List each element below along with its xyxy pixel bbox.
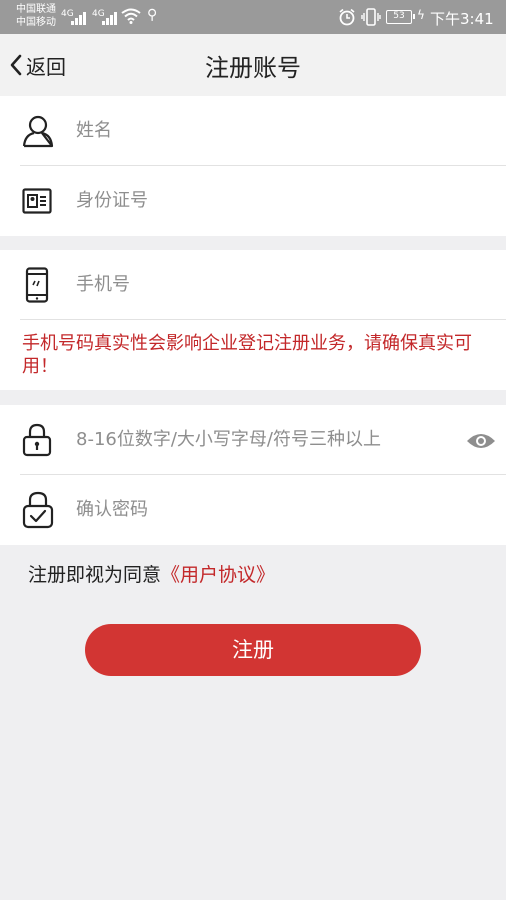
phone-row[interactable]: 手机号 bbox=[0, 250, 506, 320]
name-field[interactable]: 姓名 bbox=[76, 96, 436, 166]
wifi-icon bbox=[121, 8, 141, 24]
identity-section: 姓名 身份证号 bbox=[0, 96, 506, 236]
confirm-password-row[interactable]: 确认密码 bbox=[0, 475, 506, 545]
charging-icon: ϟ bbox=[417, 8, 425, 22]
header: 返回 注册账号 bbox=[0, 34, 506, 96]
phone-warning: 手机号码真实性会影响企业登记注册业务，请确保真实可用！ bbox=[22, 333, 472, 377]
alarm-icon bbox=[339, 8, 355, 26]
agreement-prefix: 注册即视为同意 bbox=[28, 564, 162, 586]
id-row[interactable]: 身份证号 bbox=[0, 166, 506, 236]
page-title: 注册账号 bbox=[205, 54, 301, 82]
divider bbox=[20, 319, 506, 320]
clock: 下午3:41 bbox=[430, 10, 494, 28]
status-bar: 中国联通 中国移动 4G 4G ⚲ 53 ϟ 下午3:41 bbox=[0, 0, 506, 34]
user-agreement-link[interactable]: 《用户协议》 bbox=[161, 564, 275, 586]
carrier-info: 中国联通 中国移动 bbox=[16, 3, 56, 29]
phone-field[interactable]: 手机号 bbox=[76, 250, 436, 320]
eye-icon[interactable] bbox=[466, 431, 496, 451]
usb-icon: ⚲ bbox=[147, 7, 158, 23]
lock-icon bbox=[22, 423, 52, 457]
password-section: 8-16位数字/大小写字母/符号三种以上 确认密码 bbox=[0, 405, 506, 545]
phone-section: 手机号 手机号码真实性会影响企业登记注册业务，请确保真实可用！ bbox=[0, 250, 506, 390]
agreement-text: 注册即视为同意《用户协议》 bbox=[28, 560, 275, 587]
register-button[interactable]: 注册 bbox=[85, 624, 421, 676]
carrier-2: 中国移动 bbox=[16, 17, 56, 28]
carrier-1: 中国联通 bbox=[16, 4, 56, 15]
vibrate-icon bbox=[361, 8, 381, 26]
lock-check-icon bbox=[22, 491, 54, 529]
signal-icon bbox=[71, 9, 89, 25]
id-card-icon bbox=[22, 188, 52, 214]
battery-indicator: 53 bbox=[386, 10, 415, 24]
password-field[interactable]: 8-16位数字/大小写字母/符号三种以上 bbox=[76, 405, 436, 475]
password-row[interactable]: 8-16位数字/大小写字母/符号三种以上 bbox=[0, 405, 506, 475]
signal-icon bbox=[102, 9, 120, 25]
phone-icon bbox=[25, 267, 49, 303]
person-icon bbox=[22, 115, 54, 148]
name-row[interactable]: 姓名 bbox=[0, 96, 506, 166]
confirm-password-field[interactable]: 确认密码 bbox=[76, 475, 436, 545]
id-number-field[interactable]: 身份证号 bbox=[76, 166, 436, 236]
